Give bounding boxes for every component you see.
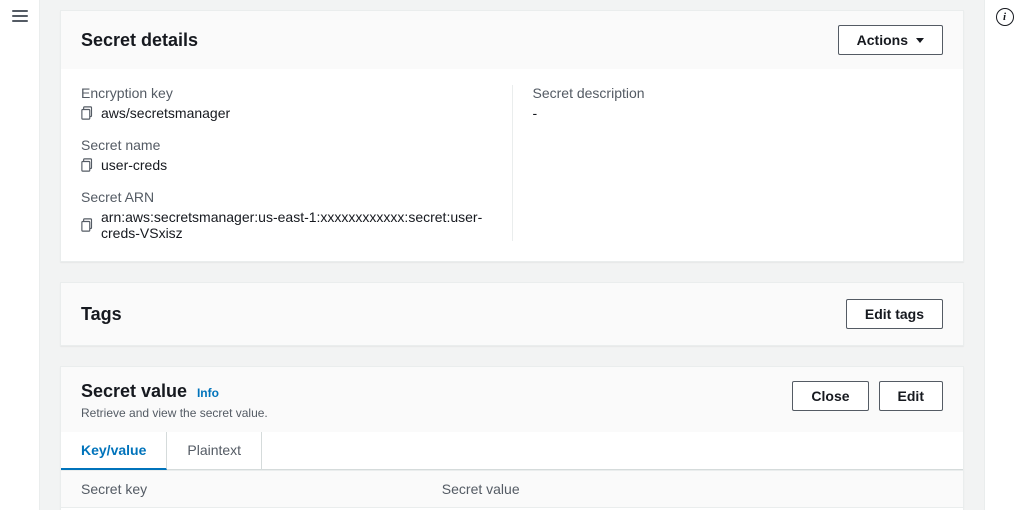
tab-plaintext[interactable]: Plaintext	[167, 432, 262, 469]
col-secret-key: Secret key	[61, 471, 422, 508]
secret-details-panel: Secret details Actions Encryption key aw…	[60, 10, 964, 262]
secret-description-value: -	[533, 105, 538, 121]
right-rail: i	[984, 0, 1024, 510]
info-link[interactable]: Info	[197, 386, 219, 400]
encryption-key-value: aws/secretsmanager	[101, 105, 230, 121]
tags-panel: Tags Edit tags	[60, 282, 964, 346]
col-secret-value: Secret value	[422, 471, 963, 508]
secret-value-panel: Secret value Info Retrieve and view the …	[60, 366, 964, 510]
secret-name-label: Secret name	[81, 137, 492, 153]
info-icon[interactable]: i	[996, 8, 1014, 26]
secret-value-title: Secret value	[81, 381, 187, 401]
secret-description-label: Secret description	[533, 85, 944, 101]
edit-tags-label: Edit tags	[865, 306, 924, 322]
copy-icon[interactable]	[81, 218, 95, 232]
secret-value-table: Secret key Secret value username Abhinav	[61, 470, 963, 510]
secret-arn-value: arn:aws:secretsmanager:us-east-1:xxxxxxx…	[101, 209, 492, 241]
edit-tags-button[interactable]: Edit tags	[846, 299, 943, 329]
secret-value-description: Retrieve and view the secret value.	[81, 406, 268, 420]
encryption-key-label: Encryption key	[81, 85, 492, 101]
menu-icon[interactable]	[12, 10, 28, 22]
tags-title: Tags	[81, 304, 122, 325]
close-button-label: Close	[811, 388, 849, 404]
edit-button[interactable]: Edit	[879, 381, 943, 411]
secret-value-tabs: Key/value Plaintext	[61, 432, 963, 470]
copy-icon[interactable]	[81, 158, 95, 172]
secret-details-title: Secret details	[81, 30, 198, 51]
secret-arn-label: Secret ARN	[81, 189, 492, 205]
secret-name-value: user-creds	[101, 157, 167, 173]
caret-down-icon	[916, 38, 924, 43]
tab-key-value[interactable]: Key/value	[61, 432, 167, 470]
close-button[interactable]: Close	[792, 381, 868, 411]
main-content: Secret details Actions Encryption key aw…	[40, 0, 984, 510]
actions-button[interactable]: Actions	[838, 25, 943, 55]
copy-icon[interactable]	[81, 106, 95, 120]
actions-button-label: Actions	[857, 32, 908, 48]
edit-button-label: Edit	[898, 388, 924, 404]
left-rail	[0, 0, 40, 510]
